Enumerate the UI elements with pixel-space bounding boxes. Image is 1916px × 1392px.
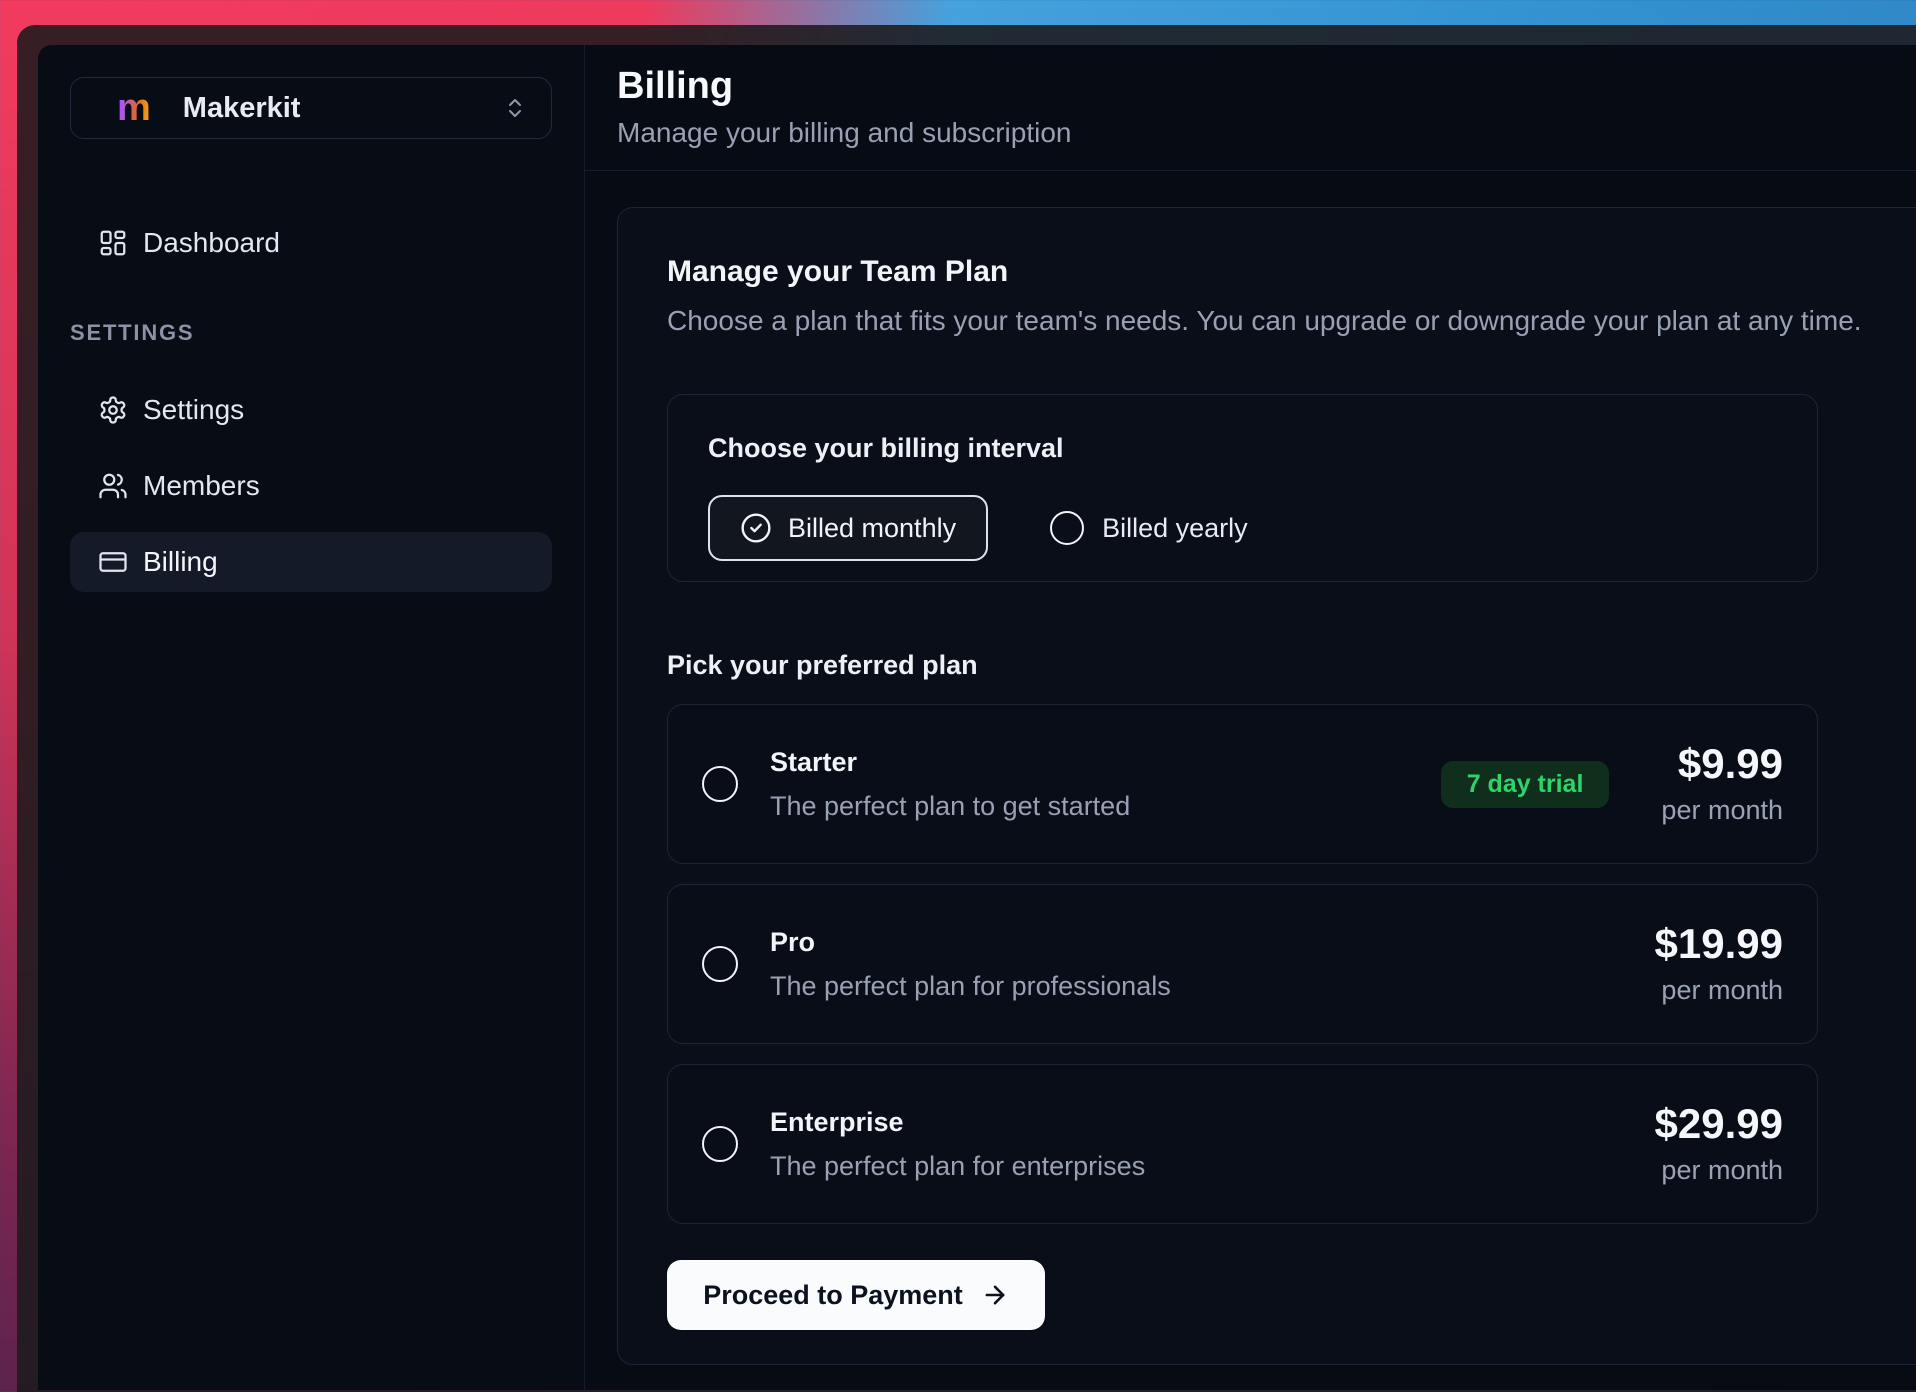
plan-info: Starter The perfect plan to get started bbox=[770, 745, 1409, 823]
plan-price: $9.99 bbox=[1661, 741, 1783, 787]
sidebar-section-label: SETTINGS bbox=[70, 320, 552, 346]
billing-interval-options: Billed monthly Billed yearly bbox=[708, 495, 1777, 561]
plan-period: per month bbox=[1661, 793, 1783, 827]
arrow-right-icon bbox=[981, 1281, 1009, 1309]
billing-interval-label: Choose your billing interval bbox=[708, 431, 1777, 465]
plan-info: Pro The perfect plan for professionals bbox=[770, 925, 1623, 1003]
sidebar-item-members[interactable]: Members bbox=[70, 456, 552, 516]
app-content: m Makerkit Dashboard SETTINGS Settings bbox=[38, 45, 1916, 1390]
price-column: $9.99 per month bbox=[1661, 741, 1783, 827]
proceed-to-payment-button[interactable]: Proceed to Payment bbox=[667, 1260, 1045, 1330]
sidebar-item-dashboard[interactable]: Dashboard bbox=[70, 213, 552, 273]
sidebar-item-label: Members bbox=[143, 470, 260, 502]
plan-info: Enterprise The perfect plan for enterpri… bbox=[770, 1105, 1623, 1183]
plan-pricing: $29.99 per month bbox=[1655, 1101, 1783, 1187]
check-circle-icon bbox=[740, 512, 772, 544]
sidebar-item-billing[interactable]: Billing bbox=[70, 532, 552, 592]
plan-option-pro[interactable]: Pro The perfect plan for professionals $… bbox=[667, 884, 1818, 1044]
plan-pricing: 7 day trial $9.99 per month bbox=[1441, 741, 1783, 827]
proceed-to-payment-label: Proceed to Payment bbox=[703, 1280, 963, 1311]
plan-price: $19.99 bbox=[1655, 921, 1783, 967]
trial-badge: 7 day trial bbox=[1441, 761, 1610, 808]
billed-yearly-label: Billed yearly bbox=[1102, 513, 1248, 544]
plan-period: per month bbox=[1655, 1153, 1783, 1187]
plan-pricing: $19.99 per month bbox=[1655, 921, 1783, 1007]
plan-option-starter[interactable]: Starter The perfect plan to get started … bbox=[667, 704, 1818, 864]
radio-icon[interactable] bbox=[702, 766, 738, 802]
makerkit-logo-icon: m bbox=[117, 89, 151, 127]
sidebar-item-label: Billing bbox=[143, 546, 218, 578]
settings-nav: Settings Members Billing bbox=[70, 380, 552, 592]
gear-icon bbox=[98, 395, 128, 425]
page-header: Billing Manage your billing and subscrip… bbox=[585, 45, 1916, 171]
primary-nav: Dashboard bbox=[70, 213, 552, 273]
users-icon bbox=[98, 471, 128, 501]
chevron-up-down-icon bbox=[503, 96, 527, 120]
radio-icon[interactable] bbox=[702, 946, 738, 982]
page-content: Manage your Team Plan Choose a plan that… bbox=[585, 171, 1916, 1365]
team-plan-card: Manage your Team Plan Choose a plan that… bbox=[617, 207, 1916, 1365]
price-column: $19.99 per month bbox=[1655, 921, 1783, 1007]
billing-interval-group: Choose your billing interval Billed mont… bbox=[667, 394, 1818, 582]
plan-name: Starter bbox=[770, 745, 1409, 779]
radio-icon[interactable] bbox=[702, 1126, 738, 1162]
plan-description: The perfect plan to get started bbox=[770, 789, 1409, 823]
credit-card-icon bbox=[98, 547, 128, 577]
main-area: Billing Manage your billing and subscrip… bbox=[585, 45, 1916, 1390]
billed-yearly-option[interactable]: Billed yearly bbox=[1050, 511, 1248, 545]
price-column: $29.99 per month bbox=[1655, 1101, 1783, 1187]
plan-description: The perfect plan for professionals bbox=[770, 969, 1623, 1003]
card-title: Manage your Team Plan bbox=[667, 254, 1916, 290]
card-description: Choose a plan that fits your team's need… bbox=[667, 302, 1916, 340]
sidebar-item-settings[interactable]: Settings bbox=[70, 380, 552, 440]
plan-period: per month bbox=[1655, 973, 1783, 1007]
sidebar-item-label: Dashboard bbox=[143, 227, 280, 259]
plan-option-enterprise[interactable]: Enterprise The perfect plan for enterpri… bbox=[667, 1064, 1818, 1224]
billed-monthly-option[interactable]: Billed monthly bbox=[708, 495, 988, 561]
plan-description: The perfect plan for enterprises bbox=[770, 1149, 1623, 1183]
page-title: Billing bbox=[617, 61, 1916, 111]
plan-name: Enterprise bbox=[770, 1105, 1623, 1139]
workspace-selector[interactable]: m Makerkit bbox=[70, 77, 552, 139]
desktop-wallpaper: { "workspace": { "logo_letter": "m", "na… bbox=[0, 0, 1916, 1392]
pick-plan-label: Pick your preferred plan bbox=[667, 646, 1916, 684]
dashboard-icon bbox=[98, 228, 128, 258]
plan-price: $29.99 bbox=[1655, 1101, 1783, 1147]
radio-icon[interactable] bbox=[1050, 511, 1084, 545]
page-subtitle: Manage your billing and subscription bbox=[617, 113, 1916, 153]
plan-name: Pro bbox=[770, 925, 1623, 959]
sidebar-item-label: Settings bbox=[143, 394, 244, 426]
workspace-name: Makerkit bbox=[183, 92, 301, 125]
billed-monthly-label: Billed monthly bbox=[788, 513, 956, 544]
app-window: m Makerkit Dashboard SETTINGS Settings bbox=[17, 25, 1916, 1392]
sidebar: m Makerkit Dashboard SETTINGS Settings bbox=[38, 45, 585, 1390]
